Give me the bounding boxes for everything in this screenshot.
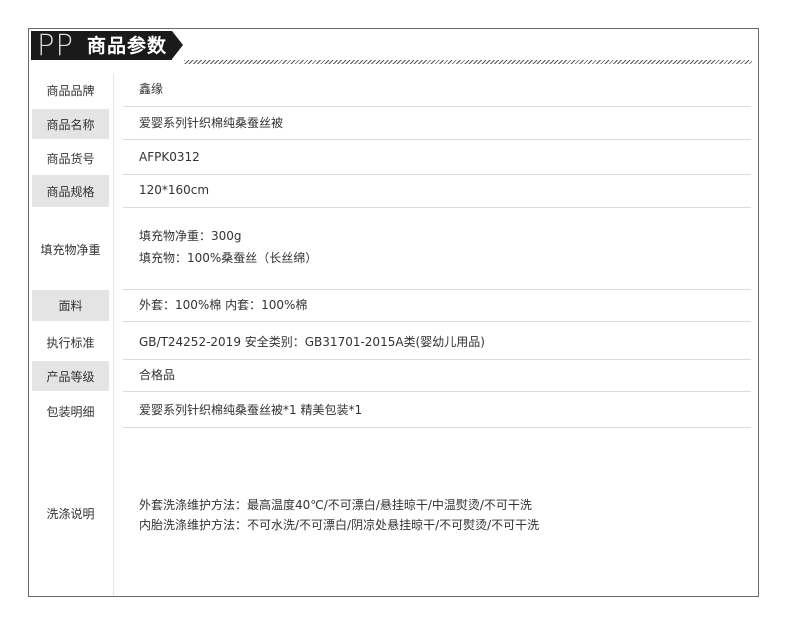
product-params-panel: PP 商品参数 商品品牌 鑫缘 商品名称 爱婴系列针织棉纯桑蚕丝被 商品货号 A… — [28, 28, 759, 597]
param-value: 外套：100%棉 内套：100%棉 — [139, 298, 308, 312]
param-value: 爱婴系列针织棉纯桑蚕丝被 — [139, 116, 284, 130]
param-value: 合格品 — [139, 368, 176, 382]
param-label: 商品货号 — [46, 151, 95, 166]
param-label: 填充物净重 — [40, 242, 101, 257]
param-value: GB/T24252-2019 安全类别：GB31701-2015A类(婴幼儿用品… — [139, 335, 485, 349]
row-rule — [123, 359, 751, 360]
param-label: 商品名称 — [32, 109, 109, 139]
param-row-packing: 包装明细 爱婴系列针织棉纯桑蚕丝被*1 精美包装*1 — [29, 395, 758, 427]
row-rule — [123, 427, 751, 428]
param-row-brand: 商品品牌 鑫缘 — [29, 74, 758, 106]
param-row-filling: 填充物净重 填充物净重：300g 填充物：100%桑蚕丝（长丝绵） — [29, 209, 758, 289]
param-row-fabric: 面料 外套：100%棉 内套：100%棉 — [29, 290, 758, 321]
hatch-divider — [184, 60, 752, 64]
row-rule — [123, 321, 751, 322]
param-value: 爱婴系列针织棉纯桑蚕丝被*1 精美包装*1 — [139, 403, 363, 417]
param-value: 120*160cm — [139, 183, 210, 197]
section-header: PP 商品参数 — [31, 28, 183, 62]
param-label: 产品等级 — [32, 361, 109, 391]
param-value: 填充物：100%桑蚕丝（长丝绵） — [139, 251, 318, 265]
param-label: 面料 — [32, 290, 109, 321]
param-row-item-no: 商品货号 AFPK0312 — [29, 143, 758, 173]
row-rule — [123, 391, 751, 392]
param-label: 商品品牌 — [46, 83, 95, 98]
param-row-standard: 执行标准 GB/T24252-2019 安全类别：GB31701-2015A类(… — [29, 326, 758, 359]
param-row-washing: 洗涤说明 外套洗涤维护方法：最高温度40℃/不可漂白/悬挂晾干/中温熨烫/不可干… — [29, 429, 758, 597]
param-value: 内胎洗涤维护方法：不可水洗/不可漂白/阴凉处悬挂晾干/不可熨烫/不可干洗 — [139, 518, 540, 532]
pp-logo: PP — [37, 28, 74, 62]
param-value: 填充物净重：300g — [139, 229, 242, 243]
param-row-spec: 商品规格 120*160cm — [29, 175, 758, 207]
row-rule — [123, 207, 751, 208]
param-label: 商品规格 — [32, 175, 109, 207]
section-title: 商品参数 — [87, 35, 168, 57]
param-label: 洗涤说明 — [46, 506, 95, 521]
row-rule — [123, 106, 751, 107]
param-value: 鑫缘 — [139, 82, 164, 96]
param-value: 外套洗涤维护方法：最高温度40℃/不可漂白/悬挂晾干/中温熨烫/不可干洗 — [139, 498, 532, 512]
param-label: 执行标准 — [46, 336, 95, 350]
param-value: AFPK0312 — [139, 150, 200, 164]
row-rule — [123, 139, 751, 140]
header-arrow-icon — [172, 31, 183, 59]
param-row-name: 商品名称 爱婴系列针织棉纯桑蚕丝被 — [29, 109, 758, 139]
param-label: 包装明细 — [46, 404, 95, 419]
param-row-grade: 产品等级 合格品 — [29, 361, 758, 391]
